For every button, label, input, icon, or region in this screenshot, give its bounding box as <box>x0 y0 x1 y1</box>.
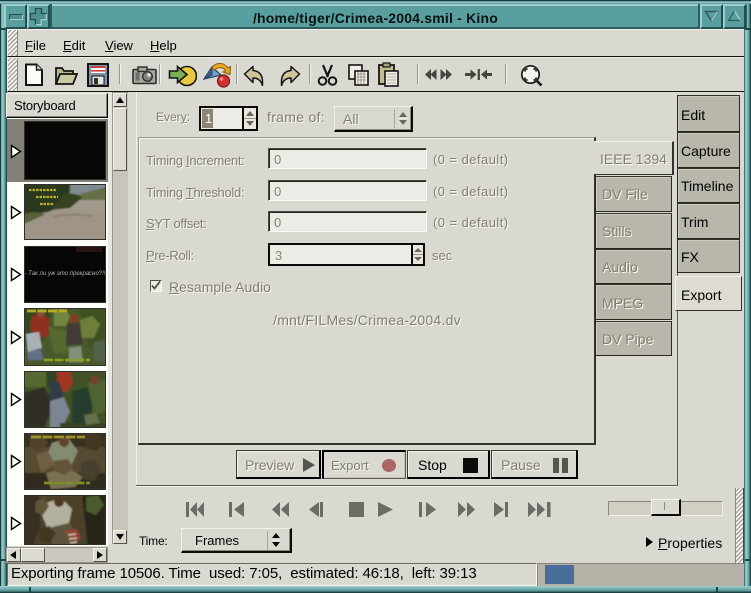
svg-text:- Так ли уж это прекрасно?!!: - Так ли уж это прекрасно?!! <box>25 271 106 277</box>
